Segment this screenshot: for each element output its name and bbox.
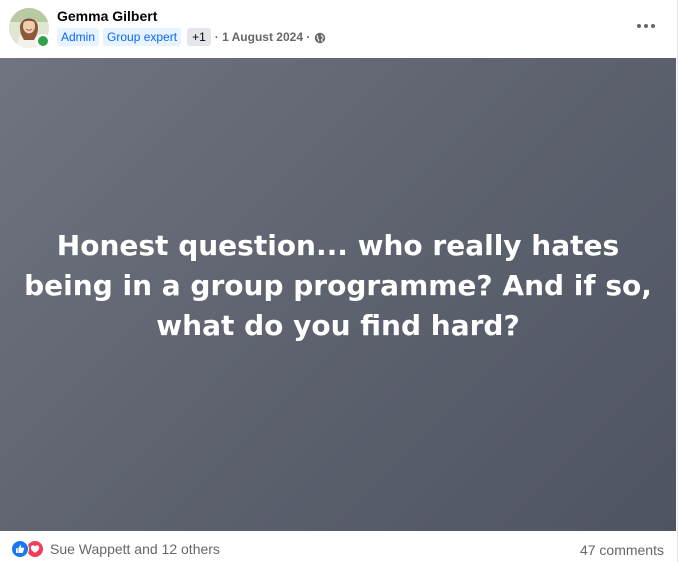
post-body-text: Honest question... who really hates bein… — [24, 229, 652, 342]
badge-admin[interactable]: Admin — [57, 28, 100, 46]
badge-group-expert[interactable]: Group expert — [103, 28, 182, 46]
more-dot-icon — [644, 24, 648, 28]
post-text-background: Honest question... who really hates bein… — [0, 58, 676, 531]
badge-more[interactable]: +1 — [187, 28, 211, 46]
reactions-summary[interactable]: Sue Wappett and 12 others — [11, 540, 220, 558]
post-date[interactable]: · 1 August 2024 · — [215, 30, 311, 44]
reactions-label[interactable]: Sue Wappett and 12 others — [50, 541, 220, 557]
post-meta: Admin Group expert +1 · 1 August 2024 · — [57, 27, 326, 47]
post-footer: Sue Wappett and 12 others 47 comments — [0, 531, 676, 562]
online-status-dot — [36, 34, 50, 48]
globe-icon — [314, 31, 326, 44]
more-dot-icon — [651, 24, 655, 28]
author-name[interactable]: Gemma Gilbert — [57, 8, 157, 24]
post-header: Gemma Gilbert Admin Group expert +1 · 1 … — [0, 0, 678, 58]
more-options-button[interactable] — [632, 14, 660, 38]
post-card: Gemma Gilbert Admin Group expert +1 · 1 … — [0, 0, 678, 562]
like-icon — [11, 540, 29, 558]
more-dot-icon — [637, 24, 641, 28]
comments-count[interactable]: 47 comments — [580, 542, 664, 558]
author-avatar[interactable] — [9, 8, 50, 48]
